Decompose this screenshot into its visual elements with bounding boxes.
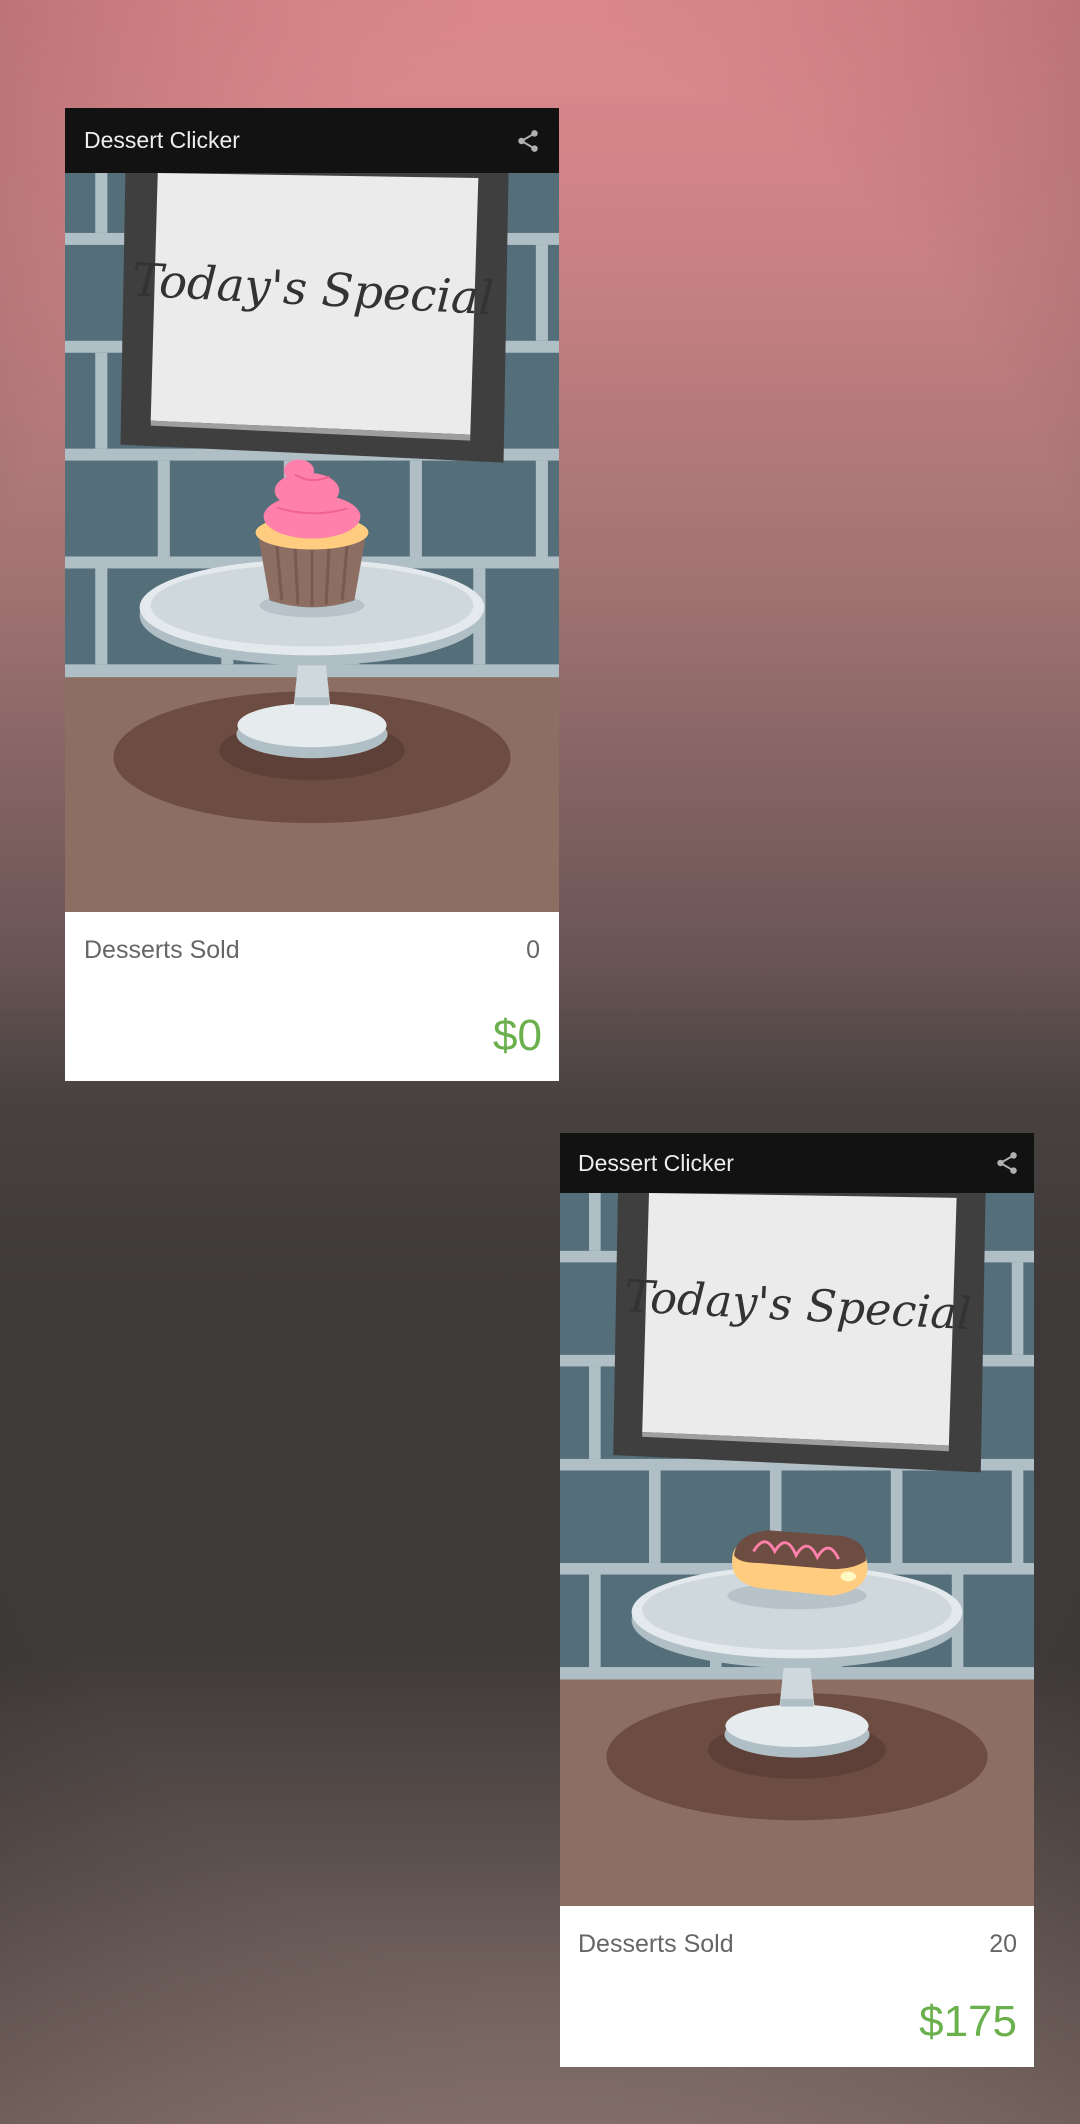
screen-eclair: Dessert Clicker Today's Special Desserts… (560, 1133, 1034, 2067)
revenue-amount: $0 (493, 1011, 542, 1060)
app-title: Dessert Clicker (578, 1149, 734, 1176)
share-icon[interactable] (515, 128, 541, 154)
app-bar: Dessert Clicker (65, 108, 559, 173)
desserts-sold-count: 0 (526, 936, 540, 964)
dessert-scene: Today's Special (65, 173, 559, 912)
app-title: Dessert Clicker (84, 127, 240, 153)
share-icon[interactable] (994, 1150, 1020, 1176)
stats-panel: Desserts Sold 0 $0 (65, 912, 559, 1081)
desserts-sold-count: 20 (989, 1930, 1017, 1958)
app-bar: Dessert Clicker (560, 1133, 1034, 1193)
desserts-sold-label: Desserts Sold (578, 1930, 734, 1958)
dessert-scene: Today's Special (560, 1193, 1034, 1906)
revenue-amount: $175 (919, 1997, 1017, 2046)
stats-panel: Desserts Sold 20 $175 (560, 1906, 1034, 2067)
eclair-button[interactable] (727, 1530, 868, 1610)
screen-cupcake: Dessert Clicker Today's Special Desserts… (65, 108, 559, 1081)
desserts-sold-label: Desserts Sold (84, 936, 240, 964)
